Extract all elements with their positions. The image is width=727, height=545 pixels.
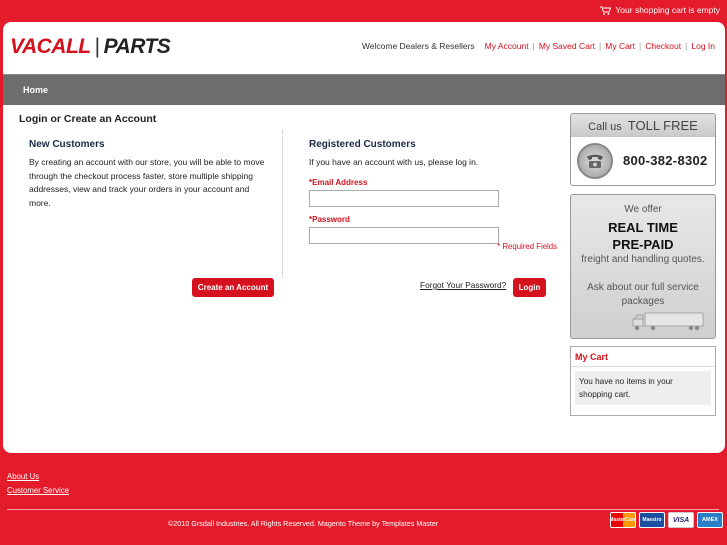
- password-field[interactable]: [309, 226, 499, 244]
- toll-free-banner[interactable]: Call us TOLL FREE 800-382-8302: [570, 113, 716, 186]
- footer-link-customer-service[interactable]: Customer Service: [7, 484, 69, 498]
- nav-home[interactable]: Home: [23, 85, 48, 95]
- logo-vacall: VACALL: [10, 35, 91, 58]
- link-separator: |: [599, 41, 602, 51]
- welcome-message: Welcome Dealers & Resellers: [361, 41, 475, 51]
- payment-cards: MasterCard Maestro VISA AMEX: [610, 512, 723, 528]
- login-button[interactable]: Login: [513, 278, 546, 297]
- logo-parts: PARTS: [103, 35, 171, 58]
- new-customers-text: By creating an account with our store, y…: [29, 157, 265, 208]
- freight-quotes-banner[interactable]: We offer REAL TIME PRE-PAID freight and …: [570, 194, 716, 339]
- my-cart-block: My Cart You have no items in your shoppi…: [570, 346, 716, 416]
- freight-line-1: We offer: [624, 204, 662, 215]
- registered-customers-text: If you have an account with us, please l…: [309, 157, 479, 167]
- telephone-icon: [577, 143, 613, 179]
- my-cart-empty-text: You have no items in your shopping cart.: [575, 371, 711, 405]
- visa-icon: VISA: [668, 512, 694, 528]
- main-content: Login or Create an Account New Customers…: [3, 105, 563, 453]
- email-field[interactable]: [309, 189, 499, 207]
- link-checkout[interactable]: Checkout: [645, 41, 681, 51]
- link-separator: |: [532, 41, 535, 51]
- cart-status[interactable]: Your shopping cart is empty: [600, 5, 720, 15]
- link-my-account[interactable]: My Account: [485, 41, 529, 51]
- column-divider: [282, 131, 283, 277]
- truck-icon: [632, 312, 704, 331]
- main-nav: Home: [3, 74, 725, 105]
- link-separator: |: [639, 41, 642, 51]
- forgot-password-link[interactable]: Forgot Your Password?: [420, 280, 506, 290]
- new-customers-heading: New Customers: [29, 139, 105, 150]
- cart-status-text: Your shopping cart is empty: [615, 5, 720, 15]
- freight-line-5: Ask about our full service packages: [587, 282, 699, 307]
- freight-line-3: PRE-PAID: [612, 237, 674, 252]
- footer-links: About Us Customer Service: [7, 470, 69, 498]
- site-logo[interactable]: VACALL | PARTS: [10, 35, 171, 59]
- freight-line-2: REAL TIME: [608, 220, 678, 235]
- toll-free-number: 800-382-8302: [623, 153, 708, 168]
- page-title: Login or Create an Account: [19, 113, 157, 125]
- freight-line-4: freight and handling quotes.: [581, 254, 705, 265]
- new-customers-section: New Customers By creating an account wit…: [29, 139, 269, 210]
- top-links: Welcome Dealers & Resellers My Account |…: [362, 41, 715, 51]
- link-separator: |: [685, 41, 688, 51]
- link-my-saved-cart[interactable]: My Saved Cart: [539, 41, 595, 51]
- maestro-icon: Maestro: [639, 512, 665, 528]
- amex-icon: AMEX: [697, 512, 723, 528]
- top-bar: Your shopping cart is empty: [0, 0, 727, 22]
- toll-free-header: Call us TOLL FREE: [571, 114, 715, 137]
- mastercard-icon: MasterCard: [610, 512, 636, 528]
- password-label: *Password: [309, 214, 350, 224]
- page-container: VACALL | PARTS Welcome Dealers & Resellers…: [3, 22, 725, 453]
- registered-customers-section: Registered Customers If you have an acco…: [309, 139, 557, 244]
- required-fields-note: * Required Fields: [497, 242, 557, 251]
- email-label: *Email Address: [309, 177, 368, 187]
- call-us-text: Call us: [588, 121, 622, 133]
- link-log-in[interactable]: Log In: [691, 41, 715, 51]
- logo-separator: |: [94, 35, 100, 58]
- create-account-button[interactable]: Create an Account: [192, 278, 274, 297]
- shopping-cart-icon: [600, 6, 612, 15]
- footer-divider: [7, 509, 719, 510]
- header: VACALL | PARTS Welcome Dealers & Resellers…: [3, 22, 725, 74]
- my-cart-heading: My Cart: [571, 347, 715, 367]
- toll-free-text: TOLL FREE: [627, 118, 698, 133]
- link-my-cart[interactable]: My Cart: [605, 41, 635, 51]
- footer-link-about-us[interactable]: About Us: [7, 470, 69, 484]
- registered-customers-heading: Registered Customers: [309, 139, 416, 150]
- copyright-text: ©2010 Grsdall Industries. All Rights Res…: [168, 519, 439, 528]
